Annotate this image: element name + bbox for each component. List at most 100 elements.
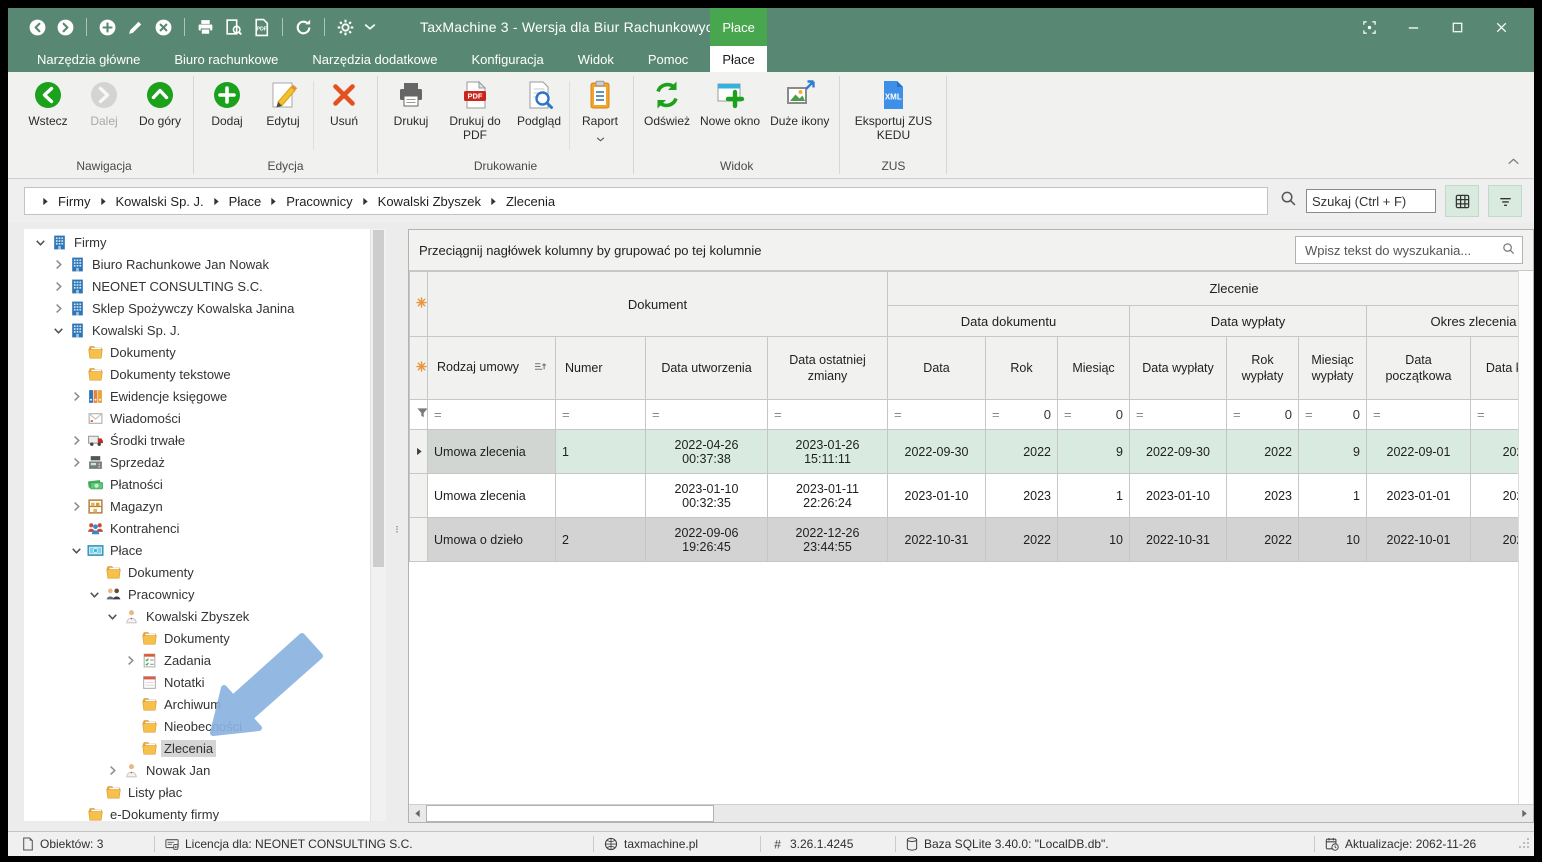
tree-expander-closed-icon[interactable] xyxy=(50,256,66,272)
tree-item[interactable]: Płace xyxy=(24,539,386,561)
tree-item[interactable]: Dokumenty xyxy=(24,561,386,583)
table-cell[interactable]: 2022-10-31 xyxy=(1130,518,1227,562)
filter-view-button[interactable] xyxy=(1488,185,1522,217)
tree-expander-closed-icon[interactable] xyxy=(50,278,66,294)
breadcrumb[interactable]: FirmyKowalski Sp. J.PłacePracownicyKowal… xyxy=(24,187,1268,215)
ribbon-button[interactable]: XMLEksportuj ZUS KEDU xyxy=(845,75,941,142)
tree-scrollbar-thumb[interactable] xyxy=(373,230,384,567)
maximize-button[interactable] xyxy=(1442,16,1472,38)
tree-item[interactable]: Zlecenia xyxy=(24,737,386,759)
tree-item[interactable]: Nowak Jan xyxy=(24,759,386,781)
filter-cell[interactable]: =0 xyxy=(1299,400,1367,430)
scrollbar-thumb[interactable] xyxy=(426,805,714,822)
table-cell[interactable]: 2023 xyxy=(1227,474,1299,518)
tree-expander-closed-icon[interactable] xyxy=(68,498,84,514)
ribbon-button[interactable]: Dodaj xyxy=(199,75,255,128)
filter-cell[interactable]: =0 xyxy=(1227,400,1299,430)
table-cell[interactable]: 2022-09-01 xyxy=(1367,430,1471,474)
tree-expander-closed-icon[interactable] xyxy=(68,388,84,404)
collapse-ribbon-icon[interactable] xyxy=(1507,152,1520,170)
ribbon-button[interactable]: Nowe okno xyxy=(695,75,765,128)
tree-expander-open-icon[interactable] xyxy=(104,608,120,624)
qat-settings-icon[interactable] xyxy=(336,18,355,37)
table-row[interactable]: Umowa zlecenia12022-04-26 00:37:382023-0… xyxy=(410,430,1534,474)
breadcrumb-item[interactable]: Kowalski Sp. J. xyxy=(116,194,204,209)
table-cell[interactable]: 2022 xyxy=(1227,430,1299,474)
tree-item[interactable]: NEONET CONSULTING S.C. xyxy=(24,275,386,297)
ribbon-tab-1[interactable]: Narzędzia główne xyxy=(25,46,152,72)
tree-item[interactable]: e-Dokumenty firmy xyxy=(24,803,386,821)
table-cell[interactable]: 2023-01-10 xyxy=(888,474,986,518)
table-cell[interactable]: 2022 xyxy=(986,518,1058,562)
table-cell[interactable]: 2 xyxy=(556,518,646,562)
ribbon-button[interactable]: PDFDrukuj do PDF xyxy=(439,75,511,142)
resize-grip[interactable] xyxy=(1518,837,1530,852)
filter-cell[interactable]: = xyxy=(768,400,888,430)
table-row[interactable]: Umowa o dzieło22022-09-06 19:26:452022-1… xyxy=(410,518,1534,562)
column-header[interactable]: Data xyxy=(888,337,986,400)
tree-expander-closed-icon[interactable] xyxy=(50,300,66,316)
table-cell[interactable]: 1 xyxy=(556,430,646,474)
column-header[interactable]: Miesiąc wypłaty xyxy=(1299,337,1367,400)
band-header[interactable]: Data dokumentu xyxy=(888,306,1130,337)
scroll-left-arrow[interactable] xyxy=(409,805,426,822)
tree-item[interactable]: Zadania xyxy=(24,649,386,671)
qat-pdf-icon[interactable]: PDF xyxy=(252,18,271,37)
table-cell[interactable]: 9 xyxy=(1058,430,1130,474)
table-cell[interactable] xyxy=(556,474,646,518)
tree-item[interactable]: Wiadomości xyxy=(24,407,386,429)
table-cell[interactable]: 2022 xyxy=(986,430,1058,474)
tree-item[interactable]: Firmy xyxy=(24,231,386,253)
qat-print-icon[interactable] xyxy=(196,18,215,37)
grid-view-button[interactable] xyxy=(1445,185,1479,217)
tree-item[interactable]: Sklep Spożywczy Kowalska Janina xyxy=(24,297,386,319)
ribbon-button[interactable]: Podgląd xyxy=(511,75,567,128)
ribbon-button[interactable]: Drukuj xyxy=(383,75,439,128)
close-button[interactable] xyxy=(1486,16,1516,38)
table-cell[interactable]: 10 xyxy=(1058,518,1130,562)
filter-cell[interactable]: = xyxy=(888,400,986,430)
minimize-button[interactable] xyxy=(1398,16,1428,38)
table-cell[interactable]: Umowa o dzieło xyxy=(428,518,556,562)
tree-item[interactable]: Kowalski Sp. J. xyxy=(24,319,386,341)
tree-item[interactable]: Środki trwałe xyxy=(24,429,386,451)
ribbon-button[interactable]: Wstecz xyxy=(20,75,76,128)
table-cell[interactable]: 2022-09-30 xyxy=(1130,430,1227,474)
qat-add-icon[interactable] xyxy=(98,18,117,37)
ribbon-button[interactable]: Do góry xyxy=(132,75,188,128)
ribbon-button[interactable]: Raport xyxy=(572,75,628,147)
panel-splitter[interactable]: ⁝ xyxy=(386,229,408,831)
band-header[interactable]: Zlecenie xyxy=(888,272,1534,306)
filter-cell[interactable]: =0 xyxy=(1058,400,1130,430)
table-cell[interactable]: Umowa zlecenia xyxy=(428,474,556,518)
tree-expander-open-icon[interactable] xyxy=(50,322,66,338)
filter-cell[interactable]: = xyxy=(1130,400,1227,430)
tree-expander-closed-icon[interactable] xyxy=(68,454,84,470)
tree-item[interactable]: Sprzedaż xyxy=(24,451,386,473)
table-cell[interactable]: 9 xyxy=(1299,430,1367,474)
table-cell[interactable]: 2022-10-01 xyxy=(1367,518,1471,562)
band-header[interactable]: Data wypłaty xyxy=(1130,306,1367,337)
tree-item[interactable]: Notatki xyxy=(24,671,386,693)
tree-expander-open-icon[interactable] xyxy=(68,542,84,558)
breadcrumb-item[interactable]: Kowalski Zbyszek xyxy=(378,194,481,209)
filter-cell[interactable]: = xyxy=(556,400,646,430)
band-header[interactable]: Dokument xyxy=(428,272,888,337)
column-header[interactable]: Data ostatniej zmiany xyxy=(768,337,888,400)
table-cell[interactable]: 2023-01-10 00:32:35 xyxy=(646,474,768,518)
table-cell[interactable]: 2022-09-30 xyxy=(888,430,986,474)
table-row[interactable]: Umowa zlecenia 2023-01-10 00:32:35 2023-01… xyxy=(410,474,1534,518)
table-cell[interactable]: 2023 xyxy=(986,474,1058,518)
scroll-right-arrow[interactable] xyxy=(1516,805,1533,822)
tree-expander-closed-icon[interactable] xyxy=(104,762,120,778)
ribbon-button[interactable]: Duże ikony xyxy=(765,75,834,128)
table-cell[interactable]: 10 xyxy=(1299,518,1367,562)
tree-item[interactable]: Biuro Rachunkowe Jan Nowak xyxy=(24,253,386,275)
ribbon-tab-3[interactable]: Narzędzia dodatkowe xyxy=(300,46,449,72)
band-header[interactable]: Okres zlecenia xyxy=(1367,306,1534,337)
tree-expander-open-icon[interactable] xyxy=(86,586,102,602)
tree-item[interactable]: Archiwum xyxy=(24,693,386,715)
qat-forward-icon[interactable] xyxy=(56,18,75,37)
table-cell[interactable]: 2023-01-10 xyxy=(1130,474,1227,518)
qat-delete-icon[interactable] xyxy=(154,18,173,37)
